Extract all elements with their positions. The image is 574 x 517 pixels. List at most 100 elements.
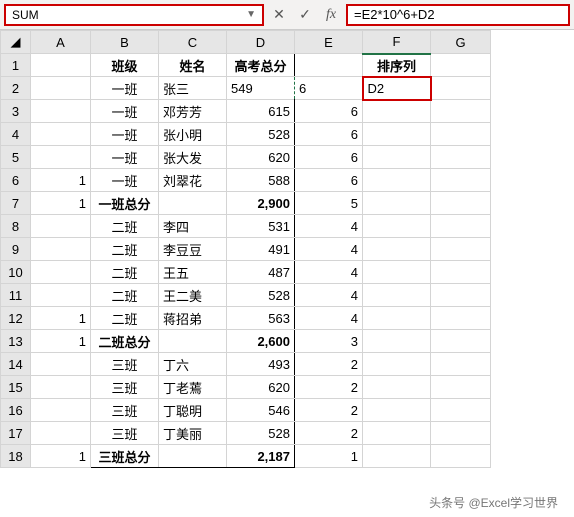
cell[interactable]: 6 <box>295 169 363 192</box>
cell[interactable]: 二班 <box>91 284 159 307</box>
cell[interactable]: 620 <box>227 376 295 399</box>
cell[interactable]: 李豆豆 <box>159 238 227 261</box>
cell[interactable]: 3 <box>295 330 363 353</box>
cell[interactable]: 一班 <box>91 146 159 169</box>
cell[interactable] <box>431 100 491 123</box>
cell[interactable]: 王五 <box>159 261 227 284</box>
cell[interactable] <box>363 307 431 330</box>
cell[interactable]: 二班 <box>91 238 159 261</box>
row-header[interactable]: 11 <box>1 284 31 307</box>
row-header[interactable]: 12 <box>1 307 31 330</box>
cell[interactable] <box>431 353 491 376</box>
row-header[interactable]: 14 <box>1 353 31 376</box>
cell[interactable]: 丁老蔫 <box>159 376 227 399</box>
cell[interactable]: 4 <box>295 307 363 330</box>
cell[interactable] <box>31 376 91 399</box>
cell[interactable]: 6 <box>295 123 363 146</box>
cell[interactable]: 丁聪明 <box>159 399 227 422</box>
cell[interactable]: 蒋招弟 <box>159 307 227 330</box>
cell[interactable]: 2 <box>295 376 363 399</box>
cell[interactable] <box>431 445 491 468</box>
row-header[interactable]: 5 <box>1 146 31 169</box>
cell[interactable] <box>431 376 491 399</box>
row-header[interactable]: 9 <box>1 238 31 261</box>
cell[interactable] <box>363 261 431 284</box>
row-header[interactable]: 6 <box>1 169 31 192</box>
cell[interactable] <box>431 77 491 100</box>
cell[interactable]: 张小明 <box>159 123 227 146</box>
row-header[interactable]: 18 <box>1 445 31 468</box>
col-A[interactable]: A <box>31 31 91 54</box>
col-E[interactable]: E <box>295 31 363 54</box>
cell[interactable]: 丁六 <box>159 353 227 376</box>
row-header[interactable]: 1 <box>1 54 31 77</box>
cell[interactable] <box>363 376 431 399</box>
cell[interactable] <box>363 215 431 238</box>
cell[interactable] <box>31 123 91 146</box>
col-F[interactable]: F <box>363 31 431 54</box>
cell[interactable]: 528 <box>227 422 295 445</box>
cell[interactable]: 4 <box>295 238 363 261</box>
cell[interactable]: 1 <box>31 307 91 330</box>
cell[interactable]: 5 <box>295 192 363 215</box>
cell[interactable]: 刘翠花 <box>159 169 227 192</box>
cell[interactable]: 563 <box>227 307 295 330</box>
cell[interactable] <box>431 284 491 307</box>
cell[interactable]: 6 <box>295 100 363 123</box>
cell[interactable]: 4 <box>295 284 363 307</box>
cell[interactable]: 二班 <box>91 261 159 284</box>
cell[interactable]: 三班 <box>91 399 159 422</box>
cell[interactable]: 1 <box>31 330 91 353</box>
cell[interactable] <box>31 100 91 123</box>
row-header[interactable]: 15 <box>1 376 31 399</box>
dropdown-icon[interactable]: ▼ <box>246 9 256 20</box>
row-header[interactable]: 2 <box>1 77 31 100</box>
formula-input[interactable]: =E2*10^6+D2 <box>346 4 570 26</box>
cell[interactable]: 549 <box>227 77 295 100</box>
row-header[interactable]: 4 <box>1 123 31 146</box>
cell[interactable]: 615 <box>227 100 295 123</box>
cell[interactable]: 班级 <box>91 54 159 77</box>
cell[interactable]: 493 <box>227 353 295 376</box>
cell[interactable]: 三班 <box>91 353 159 376</box>
cell[interactable]: 丁美丽 <box>159 422 227 445</box>
name-box-input[interactable] <box>12 8 212 22</box>
cell[interactable] <box>363 353 431 376</box>
select-all[interactable]: ◢ <box>1 31 31 54</box>
cell[interactable]: 二班总分 <box>91 330 159 353</box>
cell[interactable] <box>431 422 491 445</box>
cell[interactable] <box>431 192 491 215</box>
cell[interactable]: 6 <box>295 146 363 169</box>
row-header[interactable]: 3 <box>1 100 31 123</box>
cell[interactable]: 1 <box>295 445 363 468</box>
cell[interactable] <box>431 146 491 169</box>
cell[interactable]: 2,600 <box>227 330 295 353</box>
cell[interactable]: 531 <box>227 215 295 238</box>
row-header[interactable]: 10 <box>1 261 31 284</box>
cell[interactable] <box>31 146 91 169</box>
cell[interactable]: 张三 <box>159 77 227 100</box>
cell[interactable]: 546 <box>227 399 295 422</box>
cell[interactable]: 2 <box>295 422 363 445</box>
cell[interactable] <box>363 422 431 445</box>
cell[interactable] <box>363 445 431 468</box>
cell[interactable] <box>31 261 91 284</box>
cell[interactable] <box>159 192 227 215</box>
cell[interactable] <box>431 330 491 353</box>
cell[interactable]: 6 <box>295 77 363 100</box>
cell[interactable]: 2 <box>295 399 363 422</box>
cell[interactable]: 一班 <box>91 100 159 123</box>
cell[interactable] <box>31 422 91 445</box>
cell[interactable] <box>431 238 491 261</box>
col-B[interactable]: B <box>91 31 159 54</box>
cell[interactable]: 1 <box>31 192 91 215</box>
cell[interactable]: 三班 <box>91 376 159 399</box>
cell[interactable] <box>363 123 431 146</box>
cell[interactable] <box>363 399 431 422</box>
cell[interactable] <box>363 238 431 261</box>
row-header[interactable]: 13 <box>1 330 31 353</box>
row-header[interactable]: 8 <box>1 215 31 238</box>
enter-icon[interactable]: ✓ <box>294 4 316 26</box>
col-D[interactable]: D <box>227 31 295 54</box>
col-C[interactable]: C <box>159 31 227 54</box>
